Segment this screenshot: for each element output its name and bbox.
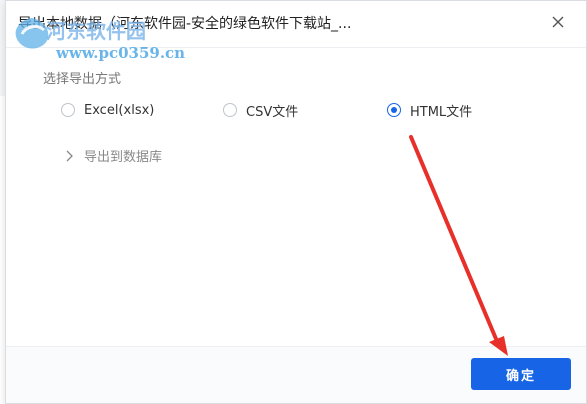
- dialog-title: 导出本地数据（河东软件园-安全的绿色软件下载站_...: [18, 16, 352, 32]
- divider: [6, 346, 586, 347]
- export-to-database-expander[interactable]: 导出到数据库: [64, 146, 162, 165]
- radio-label-csv: CSV文件: [246, 104, 299, 120]
- divider: [6, 47, 586, 48]
- radio-option-html[interactable]: HTML文件: [387, 100, 472, 120]
- export-dialog: 导出本地数据（河东软件园-安全的绿色软件下载站_... 选择导出方式 Excel…: [5, 0, 587, 404]
- chevron-right-icon: [66, 150, 73, 161]
- screen: 导出本地数据（河东软件园-安全的绿色软件下载站_... 选择导出方式 Excel…: [0, 0, 587, 404]
- ok-button[interactable]: 确定: [471, 358, 571, 390]
- radio-csv[interactable]: [223, 103, 237, 117]
- dialog-titlebar: 导出本地数据（河东软件园-安全的绿色软件下载站_...: [6, 1, 586, 43]
- export-to-database-label: 导出到数据库: [84, 150, 163, 165]
- radio-excel[interactable]: [61, 103, 75, 117]
- export-mode-label: 选择导出方式: [43, 72, 122, 87]
- radio-option-excel[interactable]: Excel(xlsx): [61, 100, 154, 120]
- radio-label-html: HTML文件: [410, 104, 473, 120]
- close-icon[interactable]: [550, 14, 566, 30]
- radio-label-excel: Excel(xlsx): [84, 102, 155, 118]
- radio-option-csv[interactable]: CSV文件: [223, 100, 298, 120]
- radio-html[interactable]: [387, 103, 401, 117]
